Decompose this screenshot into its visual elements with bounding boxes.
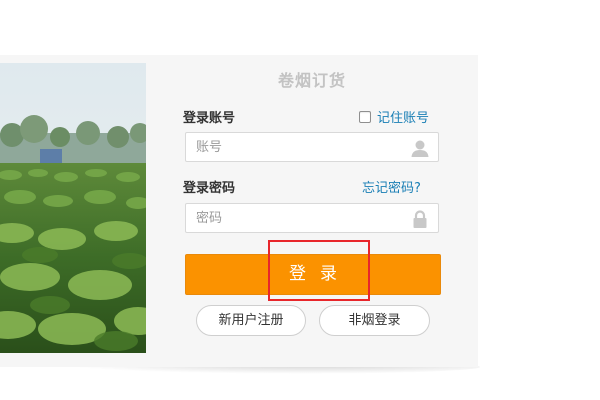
user-icon [411,140,429,157]
remember-account-toggle[interactable]: 记住账号 [359,107,429,126]
password-label: 登录密码 [183,181,236,196]
lock-icon [413,210,427,228]
register-button[interactable]: 新用户注册 [196,305,306,336]
form-title: 卷烟订货 [277,71,346,90]
account-label: 登录账号 [183,111,236,126]
remember-label[interactable]: 记住账号 [377,107,429,126]
remember-checkbox[interactable] [359,110,371,123]
account-input[interactable] [196,133,396,161]
non-tobacco-login-button[interactable]: 非烟登录 [319,305,430,336]
tobacco-field-image [0,63,146,353]
account-field[interactable] [185,132,439,162]
login-card: 卷烟订货 登录账号 记住账号 登录密码 忘记密码? 登录 新用户注册 非烟登录 [0,55,478,367]
highlight-box [268,240,370,301]
password-field[interactable] [185,203,439,233]
password-input[interactable] [196,204,396,232]
login-form: 卷烟订货 登录账号 记住账号 登录密码 忘记密码? 登录 新用户注册 非烟登录 [146,55,478,367]
forgot-password-link[interactable]: 忘记密码? [362,177,421,196]
